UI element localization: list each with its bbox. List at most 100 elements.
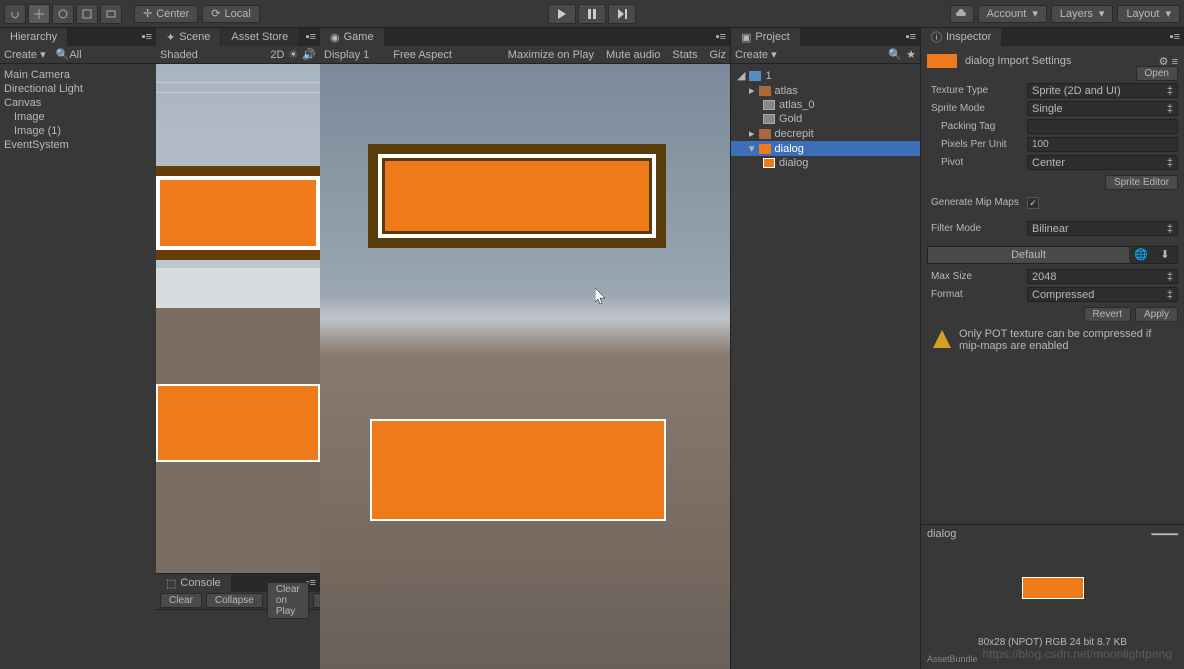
pivot-dropdown[interactable]: Center‡ <box>1027 155 1178 170</box>
panel-menu-icon[interactable]: ▪≡ <box>306 31 316 43</box>
apply-button[interactable]: Apply <box>1135 307 1178 322</box>
scale-tool[interactable] <box>76 4 98 24</box>
prop-label: Texture Type <box>927 85 1027 96</box>
game-viewport[interactable] <box>320 64 730 669</box>
scene-viewport[interactable] <box>156 64 320 573</box>
rect-tool[interactable] <box>100 4 122 24</box>
layout-dropdown[interactable]: Layout▾ <box>1117 5 1180 23</box>
platform-web-tab[interactable]: 🌐 <box>1129 247 1153 263</box>
scene-2d-toggle[interactable]: 2D <box>270 49 284 61</box>
prop-label: Pivot <box>927 157 1027 168</box>
step-button[interactable] <box>608 4 636 24</box>
project-search-icon[interactable]: 🔍 <box>888 48 902 61</box>
maximize-on-play-toggle[interactable]: Maximize on Play <box>508 49 594 61</box>
game-sprite-1 <box>368 144 666 248</box>
hierarchy-item[interactable]: Main Camera <box>0 68 156 82</box>
project-item[interactable]: Gold <box>731 112 920 126</box>
mipmaps-checkbox[interactable] <box>1027 197 1039 209</box>
layers-dropdown[interactable]: Layers▾ <box>1051 5 1114 23</box>
top-toolbar: ✛Center ⟳Local Account▾ Layers▾ Layout▾ <box>0 0 1184 28</box>
max-size-dropdown[interactable]: 2048‡ <box>1027 269 1178 284</box>
playback-controls <box>548 4 636 24</box>
sprite-mode-dropdown[interactable]: Single‡ <box>1027 101 1178 116</box>
texture-type-dropdown[interactable]: Sprite (2D and UI)‡ <box>1027 83 1178 98</box>
packing-tag-input[interactable] <box>1027 119 1178 134</box>
rotate-tool[interactable] <box>52 4 74 24</box>
warning-icon <box>933 330 951 348</box>
prop-label: Generate Mip Maps <box>927 197 1027 208</box>
panel-menu-icon[interactable]: ▪≡ <box>716 31 726 43</box>
project-item[interactable]: atlas_0 <box>731 98 920 112</box>
prop-label: Pixels Per Unit <box>927 139 1027 150</box>
ppu-input[interactable]: 100 <box>1027 137 1178 152</box>
shading-mode-dropdown[interactable]: Shaded <box>160 49 198 61</box>
main-area: Hierarchy ▪≡ Create ▾ 🔍All Main Camera Di… <box>0 28 1184 669</box>
scene-sprite-preview <box>156 176 320 250</box>
pivot-center-toggle[interactable]: ✛Center <box>134 5 198 23</box>
console-clear-on-play-button[interactable]: Clear on Play <box>267 582 309 619</box>
hand-tool[interactable] <box>4 4 26 24</box>
console-clear-button[interactable]: Clear <box>160 593 202 608</box>
hierarchy-item[interactable]: Image (1) <box>0 124 156 138</box>
stats-toggle[interactable]: Stats <box>672 49 697 61</box>
move-tool[interactable] <box>28 4 50 24</box>
cloud-icon[interactable] <box>950 5 974 23</box>
project-root[interactable]: ◢1 <box>731 68 920 83</box>
panel-menu-icon[interactable]: ▪≡ <box>906 31 916 43</box>
game-sprite-2 <box>370 419 666 521</box>
hierarchy-tab[interactable]: Hierarchy <box>0 28 68 46</box>
prop-label: Format <box>927 289 1027 300</box>
console-tab[interactable]: ⬚Console <box>156 574 232 592</box>
scene-tab[interactable]: ✦Scene <box>156 28 221 46</box>
game-tab[interactable]: ◉Game <box>320 28 385 46</box>
project-filter-icon[interactable]: ★ <box>906 48 916 61</box>
scene-sprite-preview <box>156 384 320 462</box>
hierarchy-tree: Main Camera Directional Light Canvas Ima… <box>0 64 156 156</box>
mute-audio-toggle[interactable]: Mute audio <box>606 49 660 61</box>
scene-audio-icon[interactable]: 🔊 <box>302 48 316 61</box>
open-button[interactable]: Open <box>1136 66 1178 81</box>
project-item-selected[interactable]: ▾dialog <box>731 141 920 156</box>
revert-button[interactable]: Revert <box>1084 307 1131 322</box>
game-aspect-dropdown[interactable]: Free Aspect <box>393 49 452 61</box>
project-panel: ▣Project ▪≡ Create ▾ 🔍 ★ ◢1 ▸atlas atlas_… <box>730 28 920 669</box>
filter-mode-dropdown[interactable]: Bilinear‡ <box>1027 221 1178 236</box>
hierarchy-panel: Hierarchy ▪≡ Create ▾ 🔍All Main Camera Di… <box>0 28 156 669</box>
hierarchy-item[interactable]: EventSystem <box>0 138 156 152</box>
asset-swatch-icon <box>927 54 957 68</box>
platform-standalone-tab[interactable]: ⬇ <box>1153 247 1177 263</box>
scene-light-icon[interactable]: ☀ <box>288 48 298 61</box>
prop-label: Sprite Mode <box>927 103 1027 114</box>
game-panel: ◉Game ▪≡ Display 1 Free Aspect Maximize o… <box>320 28 730 669</box>
local-global-toggle[interactable]: ⟳Local <box>202 5 260 23</box>
console-collapse-button[interactable]: Collapse <box>206 593 263 608</box>
format-dropdown[interactable]: Compressed‡ <box>1027 287 1178 302</box>
game-display-dropdown[interactable]: Display 1 <box>324 49 369 61</box>
preview-title: dialog <box>927 528 956 540</box>
panel-menu-icon[interactable]: ▪≡ <box>1170 31 1180 43</box>
pause-button[interactable] <box>578 4 606 24</box>
project-item[interactable]: ▸atlas <box>731 83 920 98</box>
gizmos-toggle[interactable]: Giz <box>710 49 727 61</box>
project-tree: ◢1 ▸atlas atlas_0 Gold ▸decrepit ▾dialog… <box>731 64 920 174</box>
scene-gridline <box>156 92 320 93</box>
project-item[interactable]: dialog <box>731 156 920 170</box>
inspector-tab[interactable]: ⓘInspector <box>921 28 1002 46</box>
project-tab[interactable]: ▣Project <box>731 28 801 46</box>
project-create-dropdown[interactable]: Create ▾ <box>735 48 777 61</box>
play-button[interactable] <box>548 4 576 24</box>
hierarchy-filter[interactable]: 🔍All <box>56 48 82 61</box>
hierarchy-item[interactable]: Directional Light <box>0 82 156 96</box>
hierarchy-create-dropdown[interactable]: Create ▾ <box>4 48 46 61</box>
platform-default-tab[interactable]: Default <box>928 247 1129 263</box>
sprite-editor-button[interactable]: Sprite Editor <box>1105 175 1178 190</box>
scene-gridline <box>156 82 320 83</box>
account-dropdown[interactable]: Account▾ <box>978 5 1047 23</box>
asset-store-tab[interactable]: Asset Store <box>221 28 299 46</box>
project-item[interactable]: ▸decrepit <box>731 126 920 141</box>
panel-menu-icon[interactable]: ▪≡ <box>142 31 152 43</box>
hierarchy-item[interactable]: Canvas <box>0 96 156 110</box>
prop-label: Filter Mode <box>927 223 1027 234</box>
warning-message: Only POT texture can be compressed if mi… <box>927 322 1178 358</box>
hierarchy-item[interactable]: Image <box>0 110 156 124</box>
